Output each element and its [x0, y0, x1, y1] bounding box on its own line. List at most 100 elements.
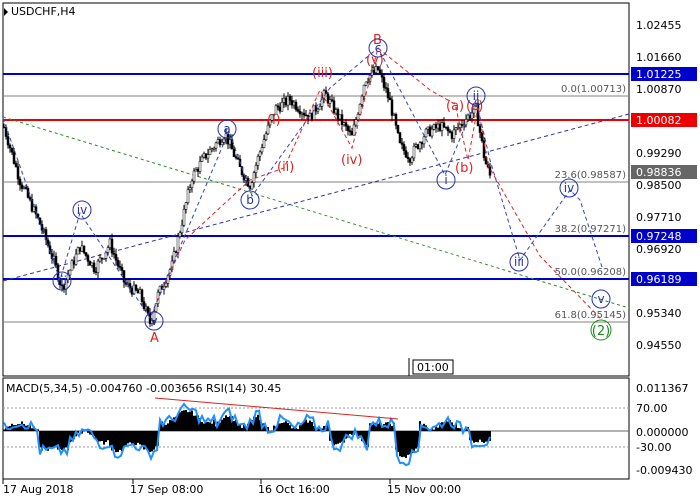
- candle-body: [189, 188, 191, 190]
- candle-body: [181, 225, 183, 233]
- wave-label-a: (a): [446, 99, 464, 114]
- macd-bar: [349, 431, 351, 434]
- level-box-current: 0.98836: [636, 166, 682, 179]
- candle-body: [121, 267, 123, 270]
- candle-body: [353, 125, 355, 135]
- macd-bar: [337, 431, 339, 444]
- candle-body: [439, 124, 441, 130]
- candle-body: [341, 115, 343, 125]
- wave-label-2-green: (2): [592, 324, 610, 339]
- wave-label-A: A: [150, 331, 159, 346]
- macd-bar: [241, 428, 243, 431]
- price-tick: 0.98500: [636, 179, 682, 192]
- macd-bar: [165, 425, 167, 431]
- macd-bar: [171, 420, 173, 431]
- macd-bar: [299, 425, 301, 431]
- candle-body: [447, 127, 449, 130]
- candle-body: [141, 290, 143, 302]
- macd-bar: [153, 431, 155, 450]
- candle-body: [13, 152, 15, 163]
- candle-body: [317, 109, 319, 111]
- macd-bar: [127, 431, 129, 443]
- candle-body: [463, 125, 465, 126]
- price-panel-frame: [3, 3, 629, 376]
- candle-body: [301, 113, 303, 114]
- candle-body: [367, 81, 369, 82]
- candle-body: [137, 290, 139, 293]
- candle-body: [15, 163, 17, 166]
- candle-body: [343, 123, 345, 125]
- circle-label-iv-2: iv: [564, 181, 574, 195]
- candle-body: [213, 148, 215, 149]
- candle-body: [431, 129, 433, 136]
- macd-bar: [285, 421, 287, 431]
- candle-body: [185, 203, 187, 210]
- macd-bar: [279, 423, 281, 431]
- candle-body: [489, 167, 491, 175]
- candle-body: [73, 261, 75, 265]
- macd-bar: [485, 431, 487, 442]
- macd-bar: [105, 431, 107, 442]
- candle-body: [333, 101, 335, 113]
- candle-body: [393, 114, 395, 115]
- candle-body: [357, 114, 359, 119]
- candle-body: [349, 131, 351, 132]
- candle-body: [297, 109, 299, 111]
- candle-body: [23, 187, 25, 188]
- price-tick: 1.02455: [636, 19, 682, 32]
- candle-body: [291, 101, 293, 106]
- candle-body: [79, 248, 81, 252]
- macd-bar: [45, 431, 47, 448]
- macd-bar: [297, 429, 299, 431]
- wave-paths: [3, 48, 603, 318]
- candle-body: [215, 143, 217, 148]
- timeframe-marker[interactable]: 01:00: [409, 358, 453, 376]
- candle-body: [75, 254, 77, 264]
- candle-body: [387, 89, 389, 98]
- candle-body: [131, 288, 133, 294]
- fib-label-236: 23.6(0.98587): [555, 170, 627, 181]
- candle-body: [209, 149, 211, 154]
- candle-body: [383, 77, 385, 87]
- candle-body: [53, 256, 55, 258]
- candle-body: [355, 120, 357, 125]
- candle-body: [441, 123, 443, 131]
- candle-body: [143, 302, 145, 309]
- macd-bar: [179, 412, 181, 431]
- candle-body: [127, 283, 129, 284]
- price-chart[interactable]: A B (i) (ii) (iii) (iv) (v) (a) (b) (c) …: [0, 0, 700, 500]
- candle-body: [295, 102, 297, 109]
- candle-body: [17, 167, 19, 179]
- candle-body: [69, 270, 71, 275]
- indicator-tick: 0.011367: [636, 382, 689, 395]
- macd-bar: [339, 431, 341, 443]
- time-tick: 17 Sep 08:00: [130, 483, 203, 496]
- macd-bar: [477, 431, 479, 442]
- candle-body: [433, 124, 435, 129]
- macd-bar: [307, 423, 309, 431]
- candle-body: [253, 173, 255, 183]
- candle-body: [199, 161, 201, 171]
- candle-body: [175, 252, 177, 253]
- candle-body: [257, 156, 259, 165]
- macd-bar: [289, 425, 291, 431]
- level-box-red: 1.00082: [636, 114, 682, 127]
- macd-bar: [237, 426, 239, 431]
- candle-body: [217, 140, 219, 143]
- macd-bar: [239, 425, 241, 431]
- candle-body: [205, 154, 207, 158]
- candle-body: [195, 169, 197, 171]
- macd-bar: [409, 431, 411, 454]
- macd-bar: [65, 431, 67, 448]
- candle-body: [173, 252, 175, 261]
- macd-bar: [117, 431, 119, 452]
- price-tick: 0.99290: [636, 147, 682, 160]
- candle-body: [145, 307, 147, 309]
- time-tick: 16 Oct 16:00: [258, 483, 330, 496]
- candle-body: [461, 124, 463, 125]
- candle-body: [135, 285, 137, 290]
- candle-body: [347, 126, 349, 131]
- macd-bar: [139, 431, 141, 444]
- chart-svg[interactable]: A B (i) (ii) (iii) (iv) (v) (a) (b) (c) …: [0, 0, 700, 500]
- fib-lines: [3, 96, 629, 322]
